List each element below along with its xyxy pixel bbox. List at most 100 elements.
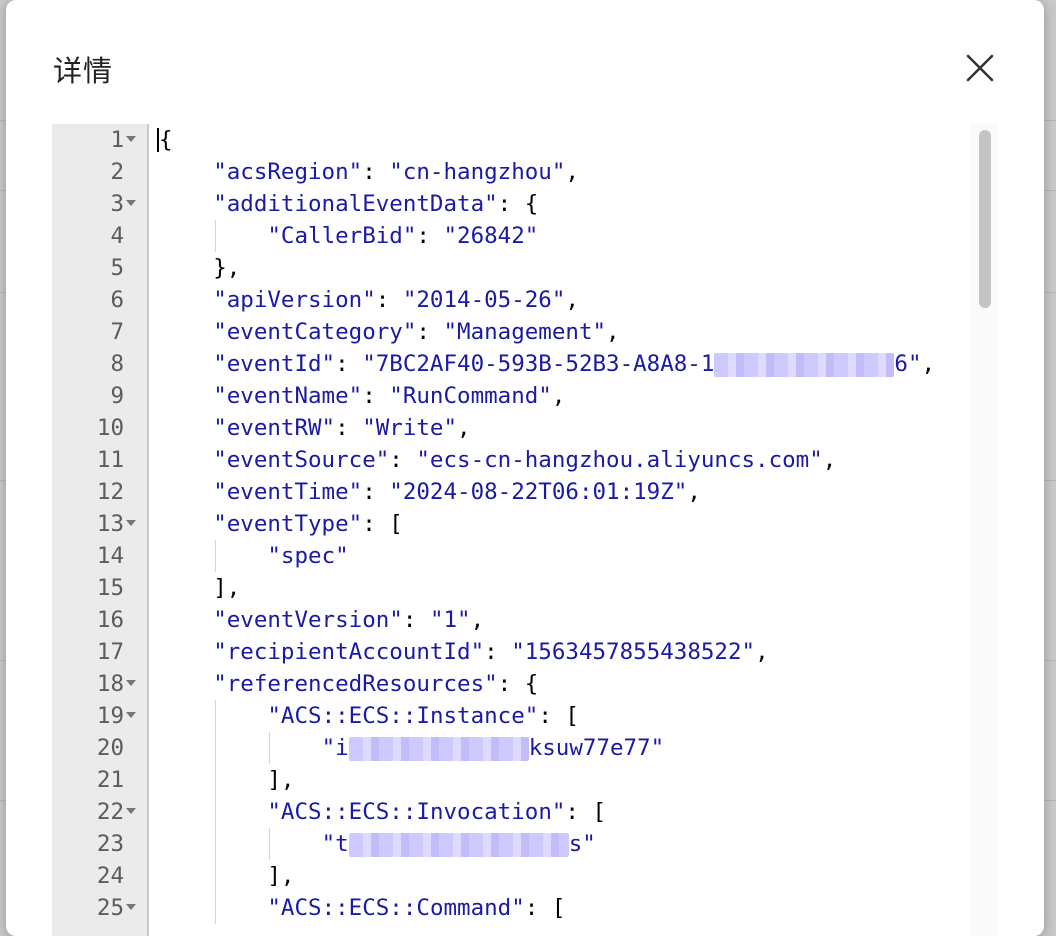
code-line[interactable]: 24], [97,860,970,892]
code-text: "eventType": [ [213,508,403,540]
indent-guide [215,796,217,828]
line-number: 17 [96,639,124,665]
json-punctuation: : [ [538,703,579,729]
code-line[interactable]: 19 "ACS::ECS::Instance": [ [97,700,970,732]
json-key: "eventType" [213,511,363,537]
code-line[interactable]: 22 "ACS::ECS::Invocation": [ [97,796,970,828]
json-key: "ACS::ECS::Instance" [267,703,539,729]
code-text: "recipientAccountId": "1563457855438522"… [213,636,768,668]
code-line[interactable]: 8 "eventId": "7BC2AF40-593B-52B3-A8A8-1 6"… [110,348,970,380]
json-code-editor[interactable]: 1{2 "acsRegion": "cn-hangzhou", 3 "addition… [52,124,998,936]
json-string: "t [321,831,349,857]
indent-guide [215,700,217,732]
line-number: 7 [110,319,124,345]
json-punctuation: , [457,415,471,441]
line-number: 22 [96,799,124,825]
code-line[interactable]: 16 "eventVersion": "1", [97,604,970,636]
json-string: "i [321,735,349,761]
json-string: "spec" [267,543,349,569]
indent-guide [215,764,217,796]
fold-arrow-icon[interactable] [126,808,136,814]
json-punctuation: : [ [362,511,403,537]
fold-arrow-icon[interactable] [126,904,136,910]
close-button[interactable] [962,50,998,86]
code-line[interactable]: 7 "eventCategory": "Management", [110,316,970,348]
json-punctuation: }, [213,255,241,281]
code-line[interactable]: 12 "eventTime": "2024-08-22T06:01:19Z", [97,476,970,508]
line-number: 15 [96,575,124,601]
code-text: "eventVersion": "1", [213,604,484,636]
code-line[interactable]: 17 "recipientAccountId": "156345785543852… [97,636,970,668]
json-key: "eventTime" [213,479,363,505]
code-line[interactable]: 20 "i ksuw77e77" [97,732,970,764]
code-area[interactable]: 1{2 "acsRegion": "cn-hangzhou", 3 "addition… [97,124,970,936]
vertical-scrollbar[interactable] [970,124,998,936]
json-punctuation: ], [267,863,295,889]
code-line[interactable]: 9 "eventName": "RunCommand", [110,380,970,412]
code-line[interactable]: 18 "referencedResources": { [97,668,970,700]
json-punctuation: : [375,287,403,313]
code-line[interactable]: 25 "ACS::ECS::Command": [ [97,892,970,924]
json-key: "additionalEventData" [213,191,498,217]
code-text: "eventRW": "Write", [213,412,470,444]
code-line[interactable]: 5}, [110,252,970,284]
json-punctuation: , [565,159,579,185]
line-number: 1 [110,127,124,153]
json-string: "Management" [443,319,607,345]
code-text: "ACS::ECS::Instance": [ [267,700,579,732]
fold-arrow-icon[interactable] [126,680,136,686]
json-key: "apiVersion" [213,287,376,313]
indent-guide [215,732,217,764]
fold-arrow-icon[interactable] [126,712,136,718]
json-string: "7BC2AF40-593B-52B3-A8A8-1 [362,351,715,377]
code-line[interactable]: 15], [97,572,970,604]
code-line[interactable]: 13 "eventType": [ [97,508,970,540]
fold-arrow-icon[interactable] [126,136,136,142]
indent-guide [215,828,217,860]
json-punctuation: : [362,479,390,505]
code-text: "additionalEventData": { [213,188,538,220]
code-line[interactable]: 21], [97,764,970,796]
line-number: 8 [110,351,124,377]
close-icon [966,54,994,82]
fold-arrow-icon[interactable] [126,520,136,526]
json-string: ksuw77e77" [528,735,665,761]
code-line[interactable]: 6 "apiVersion": "2014-05-26", [110,284,970,316]
code-line[interactable]: 14 "spec" [97,540,970,572]
json-key: "CallerBid" [267,223,417,249]
code-text: "i ksuw77e77" [322,732,665,764]
code-line[interactable]: 4 "CallerBid": "26842" [110,220,970,252]
scrollbar-thumb[interactable] [979,130,991,308]
code-line[interactable]: 2 "acsRegion": "cn-hangzhou", [110,156,970,188]
json-string: "1563457855438522" [511,639,756,665]
code-line[interactable]: 1{ [110,124,970,156]
line-number: 12 [96,479,124,505]
fold-arrow-icon[interactable] [126,200,136,206]
indent-guide [215,220,217,252]
line-number: 13 [96,511,124,537]
json-key: "ACS::ECS::Command" [267,895,525,921]
code-line[interactable]: 11 "eventSource": "ecs-cn-hangzhou.aliyun… [97,444,970,476]
line-number: 20 [96,735,124,761]
json-key: "referencedResources" [213,671,498,697]
json-punctuation: : { [497,191,539,217]
json-punctuation: , [551,383,566,409]
json-string: "Write" [362,415,458,441]
code-text: "eventTime": "2024-08-22T06:01:19Z", [213,476,701,508]
line-number: 18 [96,671,124,697]
code-line[interactable]: 3 "additionalEventData": { [110,188,970,220]
code-text: "eventSource": "ecs-cn-hangzhou.aliyuncs… [213,444,836,476]
code-text: "CallerBid": "26842" [267,220,538,252]
line-number: 10 [96,415,124,441]
json-punctuation: , [470,607,485,633]
code-line[interactable]: 10 "eventRW": "Write", [97,412,970,444]
line-number: 21 [96,767,124,793]
redacted-text [348,832,569,857]
line-number: 25 [96,895,124,921]
json-string: "2014-05-26" [402,287,566,313]
json-punctuation: : [484,639,512,665]
json-string: "1" [429,607,471,633]
code-text: "ACS::ECS::Invocation": [ [267,796,606,828]
code-line[interactable]: 23 "t s" [97,828,970,860]
code-text: "apiVersion": "2014-05-26", [213,284,579,316]
